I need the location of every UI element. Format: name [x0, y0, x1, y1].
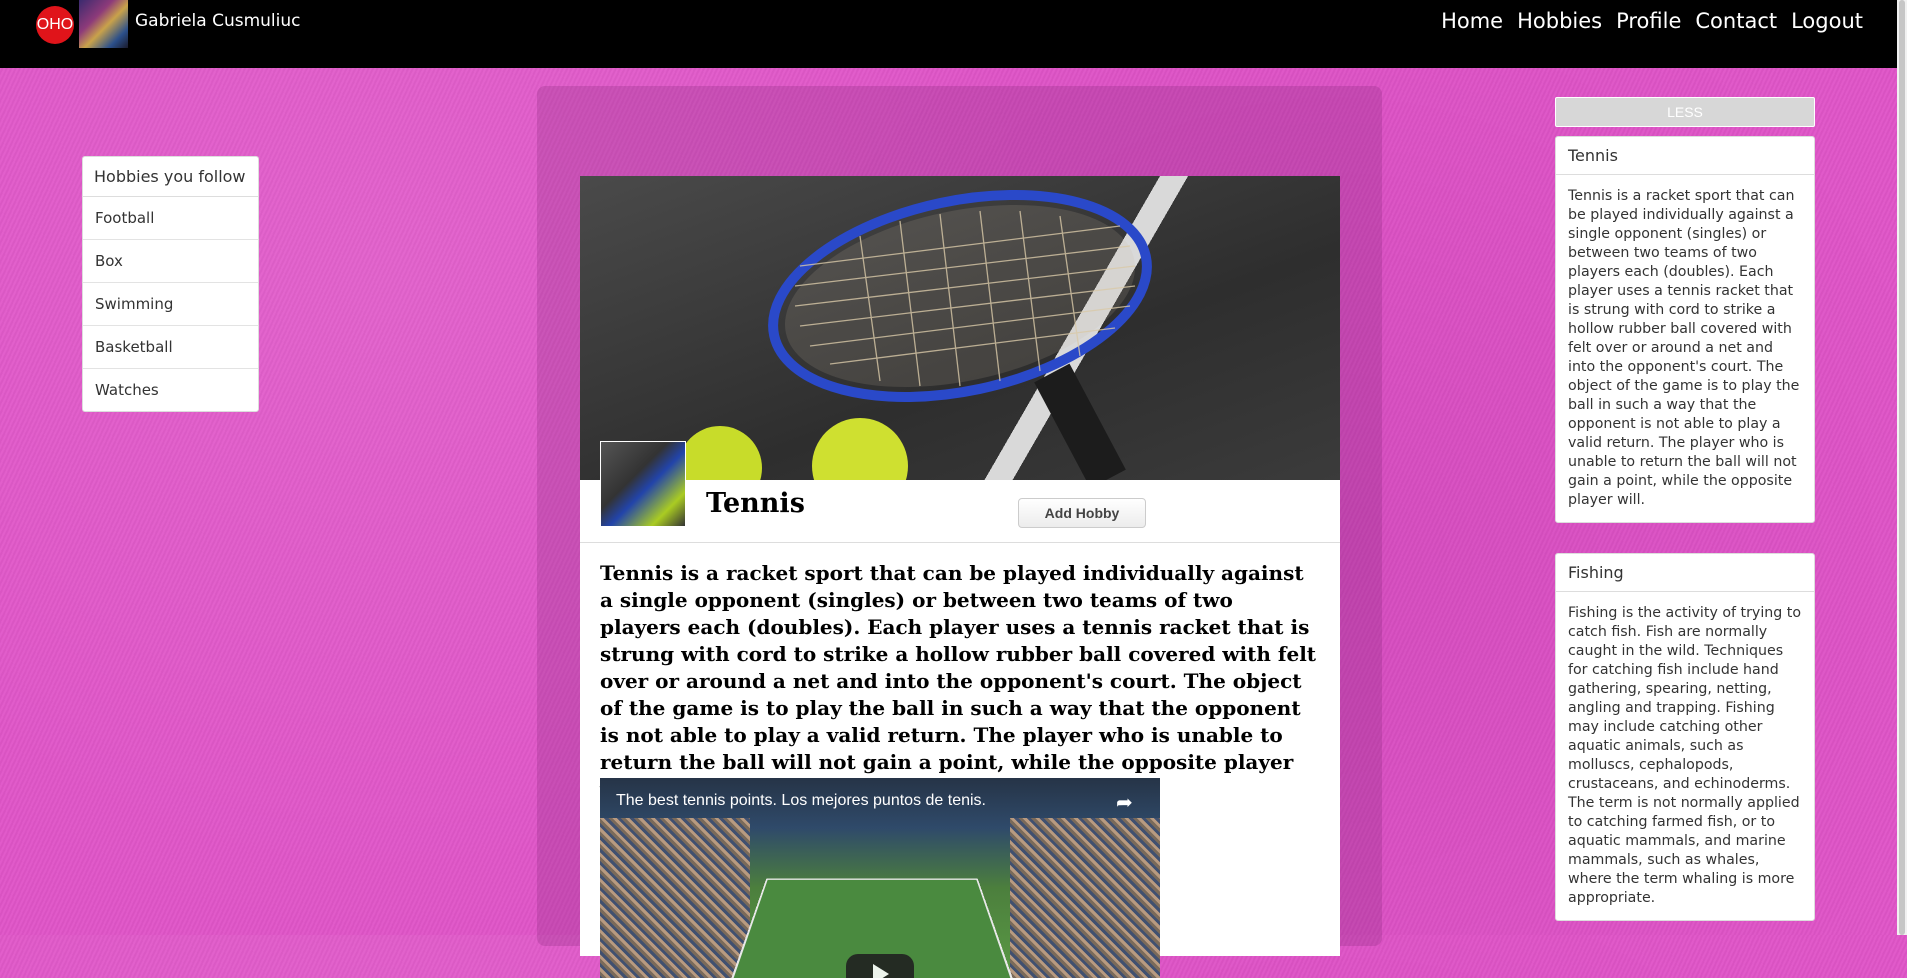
- add-hobby-button[interactable]: Add Hobby: [1018, 498, 1146, 528]
- hobby-thumbnail: [600, 441, 686, 527]
- video-title[interactable]: The best tennis points. Los mejores punt…: [616, 792, 986, 810]
- user-avatar[interactable]: [79, 0, 128, 48]
- video-crowd-right: [1010, 818, 1160, 978]
- followed-hobby-basketball[interactable]: Basketball: [83, 326, 258, 369]
- nav-home-link[interactable]: Home: [1441, 9, 1503, 33]
- page-scrollbar[interactable]: [1897, 0, 1907, 935]
- followed-hobby-football[interactable]: Football: [83, 197, 258, 240]
- followed-hobbies-header: Hobbies you follow: [83, 157, 258, 197]
- hobby-video-embed[interactable]: The best tennis points. Los mejores punt…: [600, 778, 1160, 978]
- sidebar-card-tennis: Tennis Tennis is a racket sport that can…: [1555, 136, 1815, 523]
- tennis-racket-illustration: [678, 190, 1152, 480]
- sidebar-card-title: Tennis: [1556, 137, 1814, 175]
- nav-links: Home Hobbies Profile Contact Logout: [1441, 9, 1863, 33]
- followed-hobby-watches[interactable]: Watches: [83, 369, 258, 411]
- followed-hobbies-panel: Hobbies you follow Football Box Swimming…: [82, 156, 259, 412]
- navbar: OHO Gabriela Cusmuliuc Home Hobbies Prof…: [0, 0, 1897, 68]
- hobby-title: Tennis: [706, 488, 805, 519]
- share-icon[interactable]: ➦: [1116, 790, 1133, 814]
- sidebar-card-title: Fishing: [1556, 554, 1814, 592]
- less-button[interactable]: LESS: [1555, 97, 1815, 127]
- play-icon[interactable]: [846, 954, 914, 978]
- followed-hobby-swimming[interactable]: Swimming: [83, 283, 258, 326]
- nav-profile-link[interactable]: Profile: [1616, 9, 1681, 33]
- hobby-info-bar: [580, 480, 1340, 543]
- hobby-description: Tennis is a racket sport that can be pla…: [600, 561, 1317, 801]
- scrollbar-thumb[interactable]: [1899, 0, 1905, 935]
- site-logo[interactable]: OHO: [36, 6, 74, 44]
- user-name[interactable]: Gabriela Cusmuliuc: [135, 11, 301, 31]
- hobby-cover-image: [580, 176, 1340, 480]
- nav-contact-link[interactable]: Contact: [1695, 9, 1777, 33]
- hobby-card: Tennis Add Hobby Tennis is a racket spor…: [580, 176, 1340, 978]
- sidebar-card-fishing: Fishing Fishing is the activity of tryin…: [1555, 553, 1815, 921]
- video-crowd-left: [600, 818, 750, 978]
- nav-hobbies-link[interactable]: Hobbies: [1517, 9, 1602, 33]
- sidebar-card-text: Fishing is the activity of trying to cat…: [1568, 605, 1802, 906]
- sidebar-card-text: Tennis is a racket sport that can be pla…: [1568, 188, 1800, 508]
- nav-logout-link[interactable]: Logout: [1791, 9, 1863, 33]
- followed-hobby-box[interactable]: Box: [83, 240, 258, 283]
